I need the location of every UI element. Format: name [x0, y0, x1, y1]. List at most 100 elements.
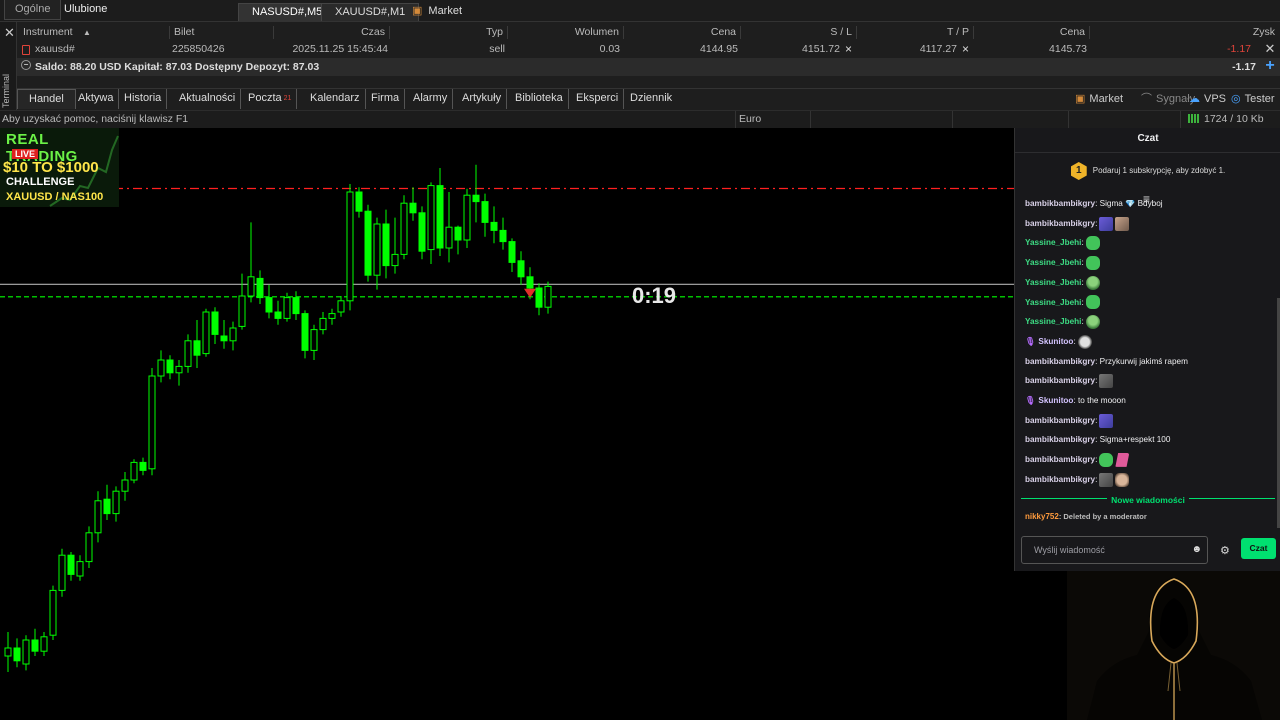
sub-badge-icon: 1 — [1070, 162, 1087, 180]
tab-aktualnosci[interactable]: Aktualności — [174, 89, 242, 109]
chat-username[interactable]: Yassine_Jbehi — [1025, 238, 1081, 247]
sell-arrow-icon — [524, 288, 536, 298]
col-profit[interactable]: Zysk — [1089, 24, 1275, 41]
cloud-icon: ☁ — [1189, 93, 1200, 105]
candle-body — [49, 589, 57, 636]
candle-body — [4, 647, 12, 657]
chat-send-button[interactable]: Czat — [1241, 538, 1276, 559]
chat-input[interactable]: Wyślij wiadomość ☻ — [1021, 536, 1208, 564]
tab-dziennik[interactable]: Dziennik — [625, 89, 677, 109]
gear-icon[interactable]: ⚙ — [1220, 544, 1230, 557]
chat-username[interactable]: Skunitoo — [1038, 337, 1073, 346]
chat-username[interactable]: bambikbambikgry — [1025, 219, 1095, 228]
chat-message-text: : Sigma+respekt 100 — [1095, 435, 1171, 445]
chat-username[interactable]: Yassine_Jbehi — [1025, 317, 1081, 326]
chat-username[interactable]: Yassine_Jbehi — [1025, 258, 1081, 267]
banner-symbols: XAUUSD / NAS100 — [6, 191, 104, 203]
status-profile[interactable]: Euro — [739, 113, 761, 125]
col-sl[interactable]: S / L — [740, 24, 852, 41]
tab-biblioteka[interactable]: Biblioteka — [510, 89, 569, 109]
close-position-icon[interactable]: ✕ — [1263, 42, 1277, 56]
tester-icon: ◎ — [1231, 93, 1241, 105]
candle-body — [130, 461, 138, 481]
chat-message: bambikbambikgry: Sigma 💎 Bdyboj — [1025, 200, 1163, 212]
col-tp[interactable]: T / P — [856, 24, 969, 41]
live-badge: LIVE — [12, 149, 39, 159]
candle-body — [364, 210, 372, 276]
sub-gift-promo[interactable]: 1 Podaruj 1 subskrypcję, aby zdobyć 1. — [1015, 162, 1280, 186]
signals-tab[interactable]: ⌒ Sygnały — [1141, 89, 1195, 109]
col-type[interactable]: Typ — [389, 24, 503, 41]
candle-body — [472, 194, 480, 203]
status-bar: Aby uzyskać pomoc, naciśnij klawisz F1 E… — [0, 110, 1280, 129]
price-chart[interactable]: 0:19 — [0, 128, 1014, 720]
market-tab[interactable]: ▣ Market — [1075, 89, 1123, 109]
chart-svg — [0, 164, 1014, 672]
network-status[interactable]: 1724 / 10 Kb — [1188, 113, 1264, 125]
vps-tab[interactable]: ☁ VPS — [1189, 89, 1226, 109]
clear-tp-icon[interactable]: × — [962, 41, 969, 58]
candle-body — [490, 221, 498, 231]
chat-username[interactable]: bambikbambikgry — [1025, 455, 1095, 464]
new-messages-divider[interactable]: Nowe wiadomości — [1021, 494, 1275, 505]
tab-firma[interactable]: Firma — [366, 89, 406, 109]
chat-username[interactable]: bambikbambikgry — [1025, 435, 1095, 444]
tab-ogolne[interactable]: Ogólne — [4, 0, 62, 20]
candle-body — [409, 202, 417, 214]
candle-body — [310, 329, 318, 351]
col-ticket[interactable]: Bilet — [174, 24, 194, 41]
chat-message-text: : — [1081, 258, 1084, 268]
chat-username[interactable]: bambikbambikgry — [1025, 200, 1095, 208]
chat-username[interactable]: Skunitoo — [1038, 396, 1073, 405]
candle-body — [328, 313, 336, 319]
tab-handel[interactable]: Handel — [17, 89, 76, 109]
tab-aktywa[interactable]: Aktywa — [73, 89, 120, 109]
col-price[interactable]: Cena — [973, 24, 1085, 41]
chat-username[interactable]: Yassine_Jbehi — [1025, 298, 1081, 307]
chat-username[interactable]: bambikbambikgry — [1025, 376, 1095, 385]
chat-message-text: : to the mooon — [1073, 396, 1126, 405]
chat-message: bambikbambikgry: — [1025, 472, 1130, 488]
tab-historia[interactable]: Historia — [119, 89, 168, 109]
col-time[interactable]: Czas — [279, 24, 385, 41]
candle-body — [544, 285, 552, 308]
clear-sl-icon[interactable]: × — [845, 41, 852, 58]
sort-asc-icon: ▲ — [83, 28, 91, 37]
close-icon[interactable]: ✕ — [4, 25, 15, 41]
position-row[interactable]: xauusd# 225850426 2025.11.25 15:45:44 se… — [17, 41, 1280, 58]
terminal-label: Terminal — [1, 73, 11, 108]
candle-body — [382, 223, 390, 267]
tester-tab[interactable]: ◎ Tester — [1231, 89, 1275, 109]
tab-alarmy[interactable]: Alarmy — [408, 89, 454, 109]
chat-username[interactable]: bambikbambikgry — [1025, 475, 1095, 484]
collapse-icon[interactable]: − — [21, 60, 31, 70]
candle-body — [265, 297, 273, 313]
tab-poczta[interactable]: Poczta 21 — [243, 89, 298, 109]
col-volume[interactable]: Wolumen — [507, 24, 619, 41]
chat-username[interactable]: nikky752 — [1025, 512, 1059, 521]
candle-body — [193, 340, 201, 356]
tab-eksperci[interactable]: Eksperci — [571, 89, 625, 109]
candle-body — [148, 375, 156, 470]
col-open-price[interactable]: Cena — [623, 24, 736, 41]
emoji-icon[interactable]: ☻ — [1191, 544, 1202, 555]
mail-count-badge: 21 — [283, 95, 292, 102]
tab-ulubione[interactable]: Ulubione — [54, 0, 117, 20]
tab-kalendarz[interactable]: Kalendarz — [305, 89, 366, 109]
chat-message: Yassine_Jbehi: — [1025, 295, 1100, 311]
pos-time: 2025.11.25 15:45:44 — [292, 43, 388, 55]
market-button[interactable]: ▣ Market — [404, 3, 475, 21]
chat-username[interactable]: Yassine_Jbehi — [1025, 278, 1081, 287]
candle-body — [292, 297, 300, 315]
col-instrument[interactable]: Instrument — [23, 24, 73, 41]
chat-username[interactable]: bambikbambikgry — [1025, 357, 1095, 366]
chat-message: bambikbambikgry: — [1025, 216, 1130, 232]
chat-title: Czat — [1137, 133, 1159, 144]
candle-body — [112, 490, 120, 515]
add-icon[interactable]: + — [1263, 58, 1277, 74]
tab-artykuly[interactable]: Artykuły — [457, 89, 508, 109]
chat-message: Yassine_Jbehi: — [1025, 235, 1100, 251]
candle-body — [301, 313, 309, 351]
chat-username[interactable]: bambikbambikgry — [1025, 416, 1095, 425]
hooded-figure — [1087, 577, 1262, 720]
